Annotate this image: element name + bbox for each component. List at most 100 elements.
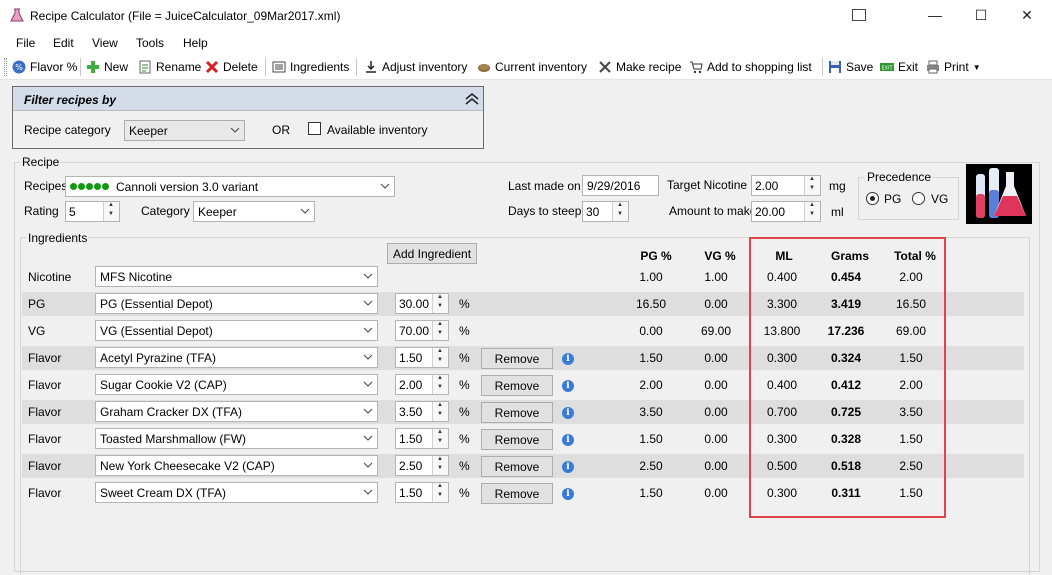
ingredient-percent-spinner[interactable]: 70.00 (395, 320, 449, 341)
delete-button[interactable]: Delete (205, 60, 258, 74)
info-icon[interactable]: i (562, 488, 574, 500)
remove-button[interactable]: Remove (481, 348, 553, 369)
current-inventory-button[interactable]: Current inventory (477, 60, 587, 74)
close-button[interactable]: ✕ (1004, 0, 1050, 30)
ingredient-select[interactable]: VG (Essential Depot) (95, 320, 378, 341)
remove-button[interactable]: Remove (481, 483, 553, 504)
menu-tools[interactable]: Tools (136, 36, 164, 50)
vg-percent-cell: 0.00 (704, 459, 728, 473)
ingredients-button[interactable]: Ingredients (272, 60, 349, 74)
ingredient-percent-spinner[interactable]: 3.50 (395, 401, 449, 422)
info-icon[interactable]: i (562, 407, 574, 419)
ingredient-percent-spinner[interactable]: 2.00 (395, 374, 449, 395)
remove-button[interactable]: Remove (481, 375, 553, 396)
spinner-arrows-icon[interactable] (103, 202, 119, 221)
spinner-arrows-icon[interactable] (432, 456, 448, 475)
spinner-arrows-icon[interactable] (432, 294, 448, 313)
info-icon[interactable]: i (562, 461, 574, 473)
vg-percent-cell: 69.00 (700, 324, 732, 338)
ingredient-select[interactable]: Sweet Cream DX (TFA) (95, 482, 378, 503)
menu-edit[interactable]: Edit (53, 36, 74, 50)
filter-category-value: Keeper (129, 123, 168, 138)
print-button[interactable]: Print ▼ (926, 60, 981, 74)
tools-icon (598, 60, 612, 74)
adjust-arrow-icon (364, 60, 378, 74)
rename-button[interactable]: Rename (138, 60, 201, 74)
amount-value: 20.00 (755, 204, 786, 219)
recipe-select[interactable]: Cannoli version 3.0 variant (65, 176, 395, 197)
add-ingredient-button[interactable]: Add Ingredient (387, 243, 477, 264)
spinner-arrows-icon[interactable] (432, 402, 448, 421)
precedence-vg-radio[interactable] (912, 192, 925, 205)
remove-button[interactable]: Remove (481, 402, 553, 423)
exit-button[interactable]: EXIT Exit (880, 60, 918, 74)
vg-percent-cell: 1.00 (704, 270, 728, 284)
ingredient-select[interactable]: Graham Cracker DX (TFA) (95, 401, 378, 422)
ingredient-percent-spinner[interactable]: 30.00 (395, 293, 449, 314)
minimize-button[interactable]: — (912, 0, 958, 30)
ingredient-percent-spinner[interactable]: 1.50 (395, 428, 449, 449)
save-label: Save (846, 60, 874, 74)
ingredient-percent-spinner[interactable]: 1.50 (395, 347, 449, 368)
filter-panel-title: Filter recipes by (24, 93, 117, 107)
ingredient-percent-value: 1.50 (399, 485, 423, 500)
precedence-pg-radio[interactable] (866, 192, 879, 205)
days-to-steep-value: 30 (586, 204, 600, 219)
save-button[interactable]: Save (828, 60, 873, 74)
vg-percent-cell: 0.00 (704, 432, 728, 446)
make-recipe-button[interactable]: Make recipe (598, 60, 681, 74)
menu-file[interactable]: File (16, 36, 35, 50)
spinner-arrows-icon[interactable] (804, 176, 820, 195)
spinner-arrows-icon[interactable] (432, 429, 448, 448)
dropdown-arrow-icon: ▼ (972, 62, 981, 72)
remove-button[interactable]: Remove (481, 429, 553, 450)
new-button[interactable]: New (86, 60, 128, 74)
info-icon[interactable]: i (562, 380, 574, 392)
menu-help[interactable]: Help (183, 36, 208, 50)
rating-spinner[interactable]: 5 (65, 201, 120, 222)
adjust-inventory-button[interactable]: Adjust inventory (364, 60, 467, 74)
toolbar-grip[interactable] (4, 58, 7, 76)
ingredient-name: Sugar Cookie V2 (CAP) (100, 377, 227, 392)
amount-spinner[interactable]: 20.00 (751, 201, 821, 222)
ingredient-percent-value: 30.00 (399, 296, 430, 311)
current-inventory-label: Current inventory (495, 60, 588, 74)
spinner-arrows-icon[interactable] (432, 375, 448, 394)
ingredient-type: Nicotine (28, 270, 72, 284)
menu-view[interactable]: View (92, 36, 118, 50)
ingredient-select[interactable]: Sugar Cookie V2 (CAP) (95, 374, 378, 395)
ingredient-percent-spinner[interactable]: 1.50 (395, 482, 449, 503)
collapse-chevron-icon[interactable] (462, 89, 482, 109)
spinner-arrows-icon[interactable] (432, 483, 448, 502)
ingredient-select[interactable]: MFS Nicotine (95, 266, 378, 287)
spinner-arrows-icon[interactable] (804, 202, 820, 221)
category-select[interactable]: Keeper (193, 201, 315, 222)
last-made-field[interactable]: 9/29/2016 (582, 175, 659, 196)
ingredient-select[interactable]: PG (Essential Depot) (95, 293, 378, 314)
remove-button[interactable]: Remove (481, 456, 553, 477)
rename-icon (138, 60, 152, 74)
add-to-shopping-list-button[interactable]: Add to shopping list (689, 60, 812, 74)
spinner-arrows-icon[interactable] (612, 202, 628, 221)
days-to-steep-spinner[interactable]: 30 (582, 201, 629, 222)
ingredient-select[interactable]: Toasted Marshmallow (FW) (95, 428, 378, 449)
percent-sign: % (459, 378, 470, 392)
percent-sign: % (459, 351, 470, 365)
info-icon[interactable]: i (562, 434, 574, 446)
chevron-down-icon (230, 127, 240, 133)
filter-category-select[interactable]: Keeper (124, 120, 245, 141)
spinner-arrows-icon[interactable] (432, 321, 448, 340)
spinner-arrows-icon[interactable] (432, 348, 448, 367)
ingredient-select[interactable]: Acetyl Pyrazine (TFA) (95, 347, 378, 368)
ingredient-percent-spinner[interactable]: 2.50 (395, 455, 449, 476)
chevron-down-icon (363, 354, 373, 360)
target-nicotine-spinner[interactable]: 2.00 (751, 175, 821, 196)
rating-dots (70, 183, 110, 190)
maximize-button[interactable]: ☐ (958, 0, 1004, 30)
flavor-percent-button[interactable]: % Flavor % (12, 60, 77, 74)
available-inventory-checkbox[interactable] (308, 122, 321, 135)
rating-value: 5 (69, 204, 76, 219)
snap-icon[interactable] (852, 9, 866, 21)
ingredient-select[interactable]: New York Cheesecake V2 (CAP) (95, 455, 378, 476)
info-icon[interactable]: i (562, 353, 574, 365)
